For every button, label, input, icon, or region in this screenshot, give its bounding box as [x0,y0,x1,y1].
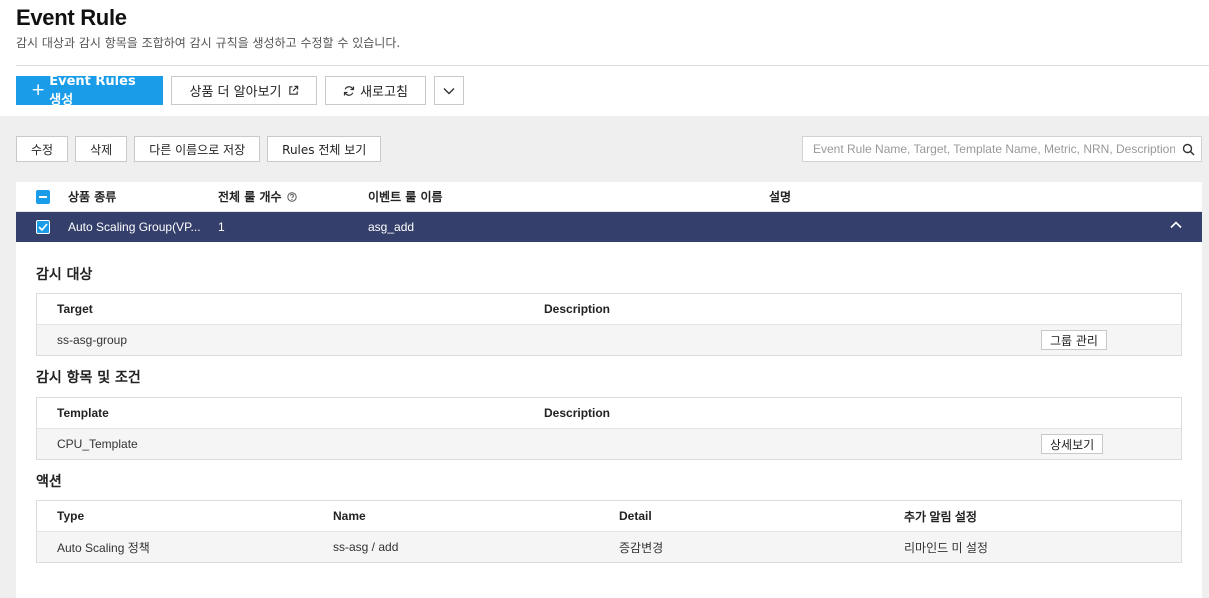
main-toolbar: + Event Rules 생성 상품 더 알아보기 새로고침 [16,73,464,108]
external-link-icon [288,85,298,95]
event-rule-table: 상품 종류 전체 룰 개수 이벤트 룰 이름 설명 Auto Scaling G… [16,182,1202,598]
help-icon[interactable] [286,191,297,202]
actions-table-header: Type Name Detail 추가 알림 설정 [37,501,1181,532]
plus-icon: + [31,80,46,100]
select-all-checkbox[interactable] [36,189,50,204]
conditions-header-template: Template [57,406,109,420]
action-extra-setting: 리마인드 미 설정 [904,540,988,555]
header-product-type: 상품 종류 [68,190,117,204]
actions-header-name: Name [333,509,366,523]
view-detail-button[interactable]: 상세보기 [1041,434,1104,454]
actions-header-type: Type [57,509,85,523]
table-row: CPU_Template 상세보기 [37,429,1181,459]
header-rule-count-label: 전체 룰 개수 [218,190,282,204]
check-icon [38,223,48,231]
row-product-type: Auto Scaling Group(VP... [68,220,201,234]
template-name: CPU_Template [57,437,138,451]
chevron-down-icon [443,87,455,94]
row-checkbox[interactable] [36,220,50,234]
targets-table: Target Description ss-asg-group 그룹 관리 [36,293,1182,356]
chevron-up-icon[interactable] [1170,221,1182,229]
search-input[interactable] [803,137,1175,161]
more-dropdown-button[interactable] [434,76,464,105]
rule-detail: 감시 대상 Target Description ss-asg-group 그룹… [16,264,1202,563]
targets-section-title: 감시 대상 [36,267,93,283]
page-description: 감시 대상과 감시 항목을 조합하여 감시 규칙을 생성하고 수정할 수 있습니… [16,36,401,50]
create-event-rule-label: Event Rules 생성 [49,73,136,108]
targets-header-description: Description [544,302,611,316]
learn-more-button[interactable]: 상품 더 알아보기 [171,76,317,105]
refresh-icon [343,85,355,96]
table-row[interactable]: Auto Scaling Group(VP... 1 asg_add [16,212,1202,242]
refresh-label: 새로고침 [360,85,408,100]
action-type: Auto Scaling 정책 [57,540,150,555]
search-box [802,136,1202,162]
actions-table: Type Name Detail 추가 알림 설정 Auto Scaling 정… [36,500,1182,563]
conditions-table-header: Template Description [37,398,1181,429]
target-name: ss-asg-group [57,333,128,347]
learn-more-label: 상품 더 알아보기 [189,85,282,100]
header-divider [16,65,1209,66]
search-icon[interactable] [1175,143,1201,156]
group-manage-button[interactable]: 그룹 관리 [1041,330,1107,350]
delete-button[interactable]: 삭제 [75,136,128,162]
action-name: ss-asg / add [333,540,399,554]
page-header: Event Rule 감시 대상과 감시 항목을 조합하여 감시 규칙을 생성하… [16,4,400,51]
targets-table-header: Target Description [37,294,1181,325]
page-title: Event Rule [16,5,127,30]
table-row: Auto Scaling 정책 ss-asg / add 증감변경 리마인드 미… [37,532,1181,562]
row-rule-name: asg_add [368,220,415,234]
row-rule-count: 1 [218,220,225,234]
table-row: ss-asg-group 그룹 관리 [37,325,1181,355]
view-all-rules-button[interactable]: Rules 전체 보기 [267,136,382,162]
action-detail: 증감변경 [619,540,664,555]
header-rule-name: 이벤트 룰 이름 [368,190,443,204]
create-event-rule-button[interactable]: + Event Rules 생성 [16,73,163,108]
targets-header-target: Target [57,302,93,316]
save-as-button[interactable]: 다른 이름으로 저장 [134,136,261,162]
header-description: 설명 [769,190,792,204]
refresh-button[interactable]: 새로고침 [325,76,426,105]
actions-section-title: 액션 [36,474,62,490]
edit-button[interactable]: 수정 [16,136,69,162]
conditions-section-title: 감시 항목 및 조건 [36,370,141,386]
header-rule-count: 전체 룰 개수 [218,188,297,205]
rule-actions-toolbar: 수정 삭제 다른 이름으로 저장 Rules 전체 보기 [16,136,382,162]
actions-header-extra: 추가 알림 설정 [904,509,977,524]
table-header: 상품 종류 전체 룰 개수 이벤트 룰 이름 설명 [16,182,1202,212]
conditions-header-description: Description [544,406,611,420]
actions-header-detail: Detail [619,509,652,523]
conditions-table: Template Description CPU_Template 상세보기 [36,397,1182,460]
